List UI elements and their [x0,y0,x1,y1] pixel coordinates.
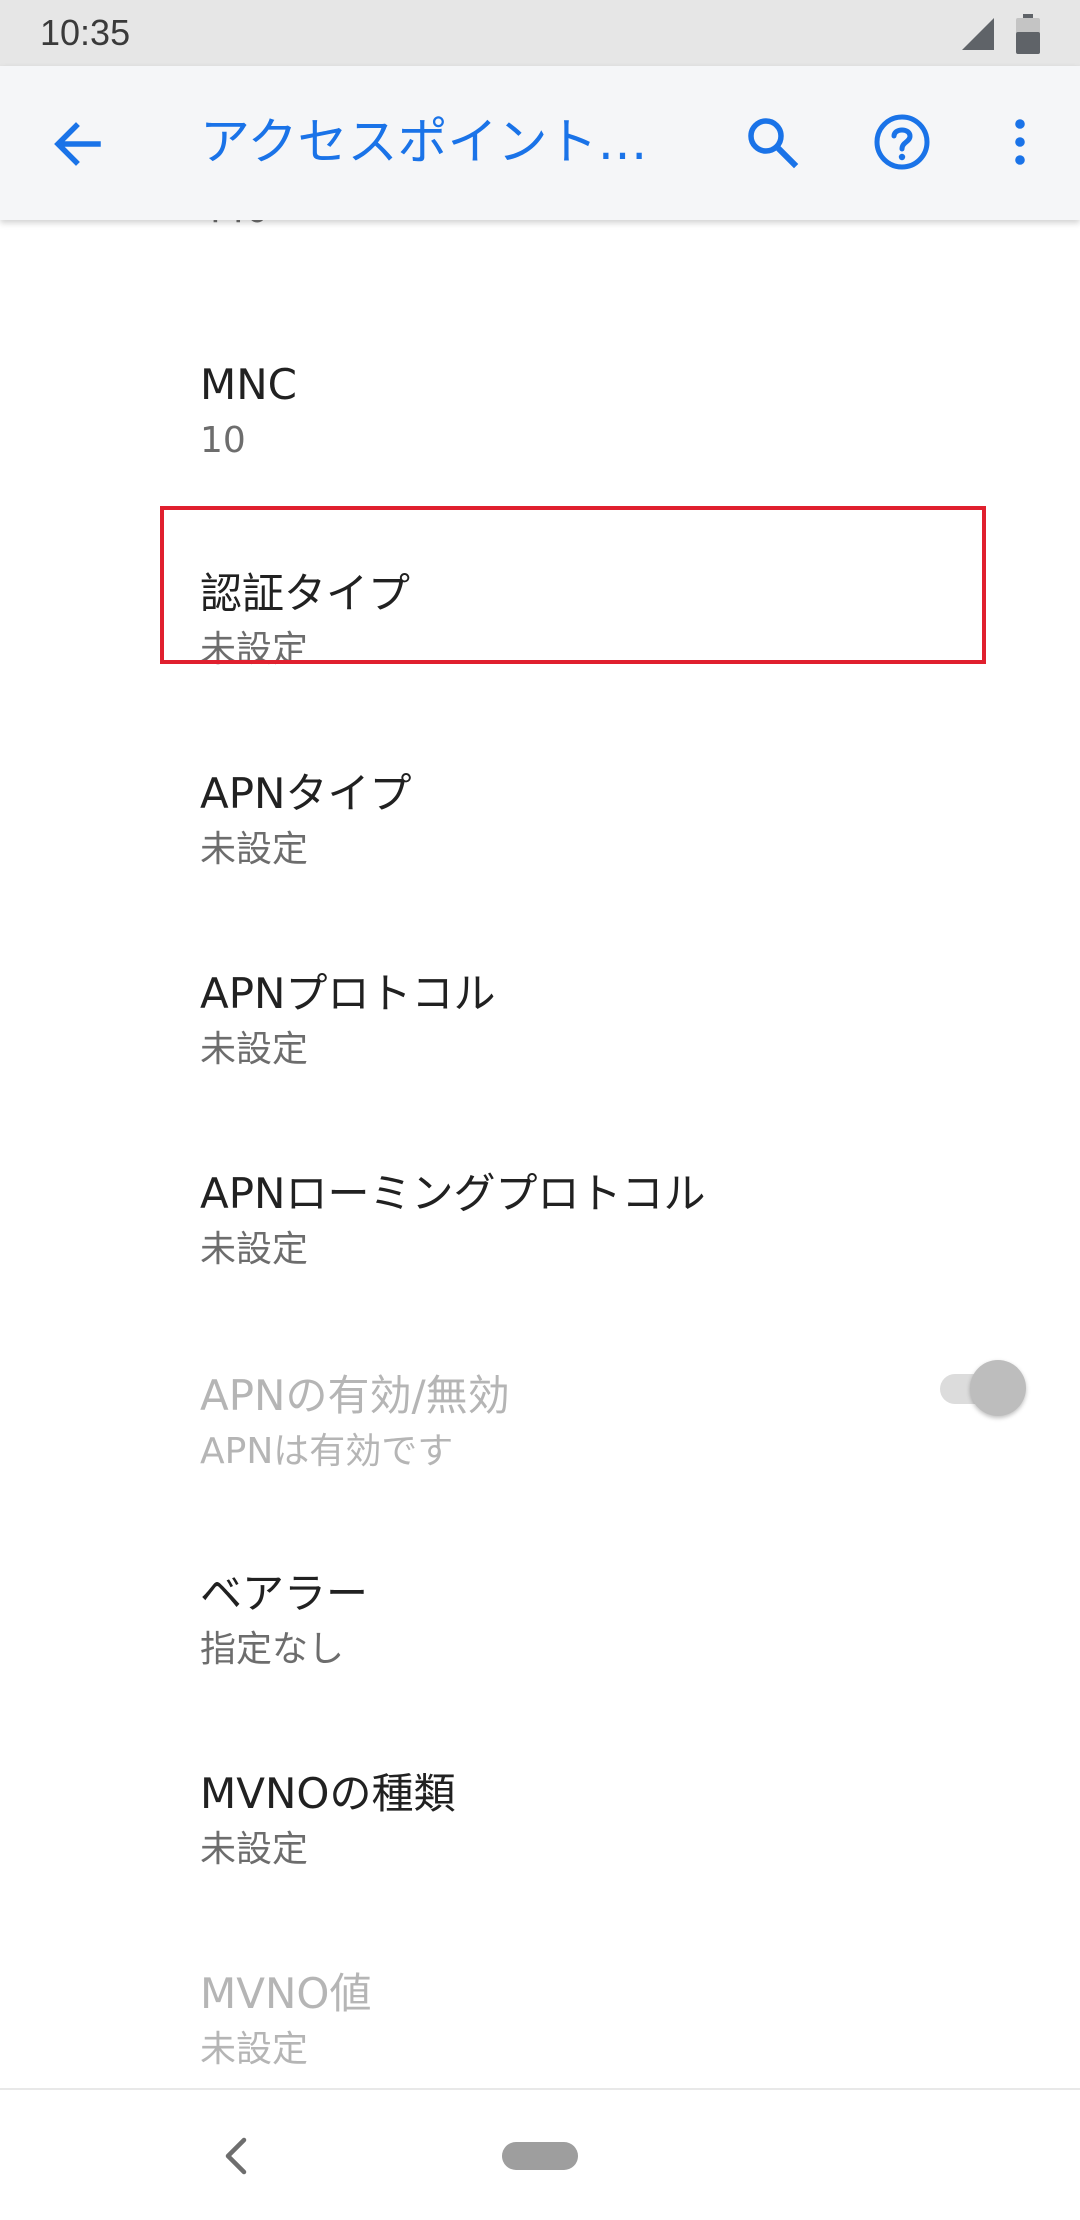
back-arrow-icon[interactable] [48,114,108,174]
auth-type-label: 認証タイプ [200,569,411,618]
mvno-value-label: MVNO値 [200,1969,372,2018]
apn-protocol-value: 未設定 [200,1029,309,1070]
list-item-apn-protocol[interactable]: APNプロトコル 未設定 [0,930,1080,1130]
apn-roaming-protocol-label: APNローミングプロトコル [200,1169,706,1218]
mvno-type-value: 未設定 [200,1829,309,1870]
apn-roaming-protocol-value: 未設定 [200,1229,309,1270]
mvno-value-value: 未設定 [200,2029,309,2070]
search-icon[interactable] [740,110,804,174]
mnc-label: MNC [200,360,297,409]
app-bar: アクセスポイント… [0,66,1080,220]
bearer-label: ベアラー [200,1569,369,1618]
screen: 10:35 アクセスポイント… MNC 10 認証タイプ 未設定 APNタイプ … [0,0,1080,2220]
list-item-auth-type[interactable]: 認証タイプ 未設定 [0,530,1080,730]
apn-enable-label: APNの有効/無効 [200,1371,510,1420]
status-bar: 10:35 [0,0,1080,66]
bearer-value: 指定なし [200,1629,345,1670]
settings-list: 440 MNC 10 認証タイプ 未設定 APNタイプ 未設定 APNプロトコル… [0,220,1080,2088]
apn-enable-value: APNは有効です [200,1431,454,1472]
list-item-mvno-type[interactable]: MVNOの種類 未設定 [0,1730,1080,1930]
navigation-bar [0,2088,1080,2220]
mnc-value: 10 [200,420,246,461]
list-item-apn-type[interactable]: APNタイプ 未設定 [0,730,1080,930]
list-item-apn-enable: APNの有効/無効 APNは有効です [0,1330,1080,1530]
mvno-type-label: MVNOの種類 [200,1769,456,1818]
apn-enable-toggle [936,1358,1028,1418]
apn-type-label: APNタイプ [200,769,412,818]
list-item-mnc[interactable]: MNC 10 [0,330,1080,530]
help-icon[interactable] [870,110,934,174]
nav-back-icon[interactable] [218,2134,254,2178]
list-item-mcc[interactable]: 440 [0,220,1080,260]
cellular-signal-icon [962,18,994,50]
page-title: アクセスポイント… [200,113,648,171]
status-time: 10:35 [40,12,131,53]
list-item-apn-roaming-protocol[interactable]: APNローミングプロトコル 未設定 [0,1130,1080,1330]
more-options-icon[interactable] [988,110,1052,174]
list-item-bearer[interactable]: ベアラー 指定なし [0,1530,1080,1730]
battery-icon [1016,14,1040,54]
auth-type-value: 未設定 [200,629,309,670]
toggle-thumb [970,1360,1026,1416]
list-item-mvno-value: MVNO値 未設定 [0,1930,1080,2088]
apn-protocol-label: APNプロトコル [200,969,496,1018]
mcc-value: 440 [200,220,269,231]
nav-home-pill[interactable] [502,2142,578,2170]
apn-type-value: 未設定 [200,829,309,870]
